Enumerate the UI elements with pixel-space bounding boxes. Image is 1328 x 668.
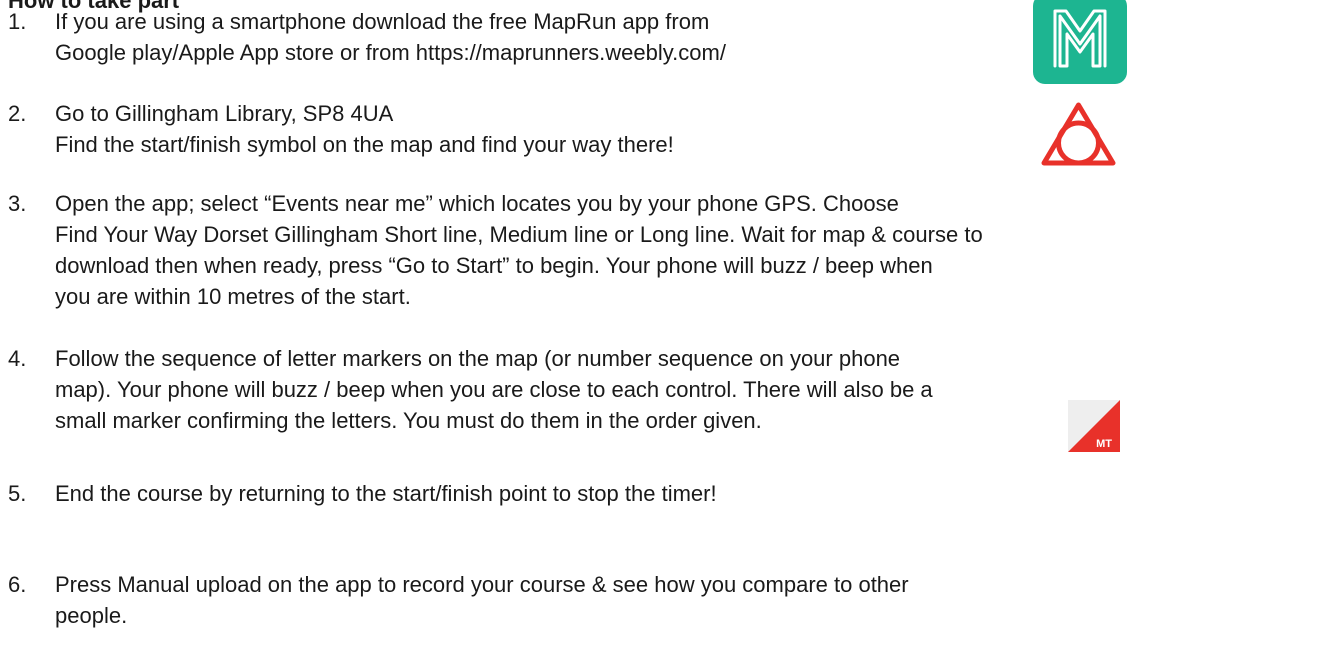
- step-number: 6.: [8, 572, 27, 597]
- step-line: download then when ready, press “Go to S…: [55, 253, 933, 278]
- step-line: End the course by returning to the start…: [55, 481, 717, 506]
- step-line: Google play/Apple App store or from http…: [55, 40, 726, 65]
- step-line: you are within 10 metres of the start.: [55, 284, 411, 309]
- step-number: 1.: [8, 9, 27, 34]
- step-number: 2.: [8, 101, 27, 126]
- step-line: Follow the sequence of letter markers on…: [55, 346, 901, 371]
- step-line: people.: [55, 603, 128, 628]
- step-line: Find the start/finish symbol on the map …: [55, 132, 674, 157]
- step-line: Find Your Way Dorset Gillingham Short li…: [55, 222, 983, 247]
- step-number: 3.: [8, 191, 27, 216]
- maprun-app-icon: [1033, 0, 1127, 84]
- control-marker-icon: MT: [1068, 400, 1120, 452]
- step-line: Press Manual upload on the app to record…: [55, 572, 909, 597]
- step-number: 5.: [8, 481, 27, 506]
- step-line: Open the app; select “Events near me” wh…: [55, 191, 899, 216]
- start-finish-symbol-icon: [1041, 102, 1116, 166]
- step-line: map). Your phone will buzz / beep when y…: [55, 377, 933, 402]
- step-line: Go to Gillingham Library, SP8 4UA: [55, 101, 394, 126]
- control-marker-label: MT: [1096, 438, 1112, 450]
- step-number: 4.: [8, 346, 27, 371]
- step-line: If you are using a smartphone download t…: [55, 9, 710, 34]
- step-line: small marker confirming the letters. You…: [55, 408, 762, 433]
